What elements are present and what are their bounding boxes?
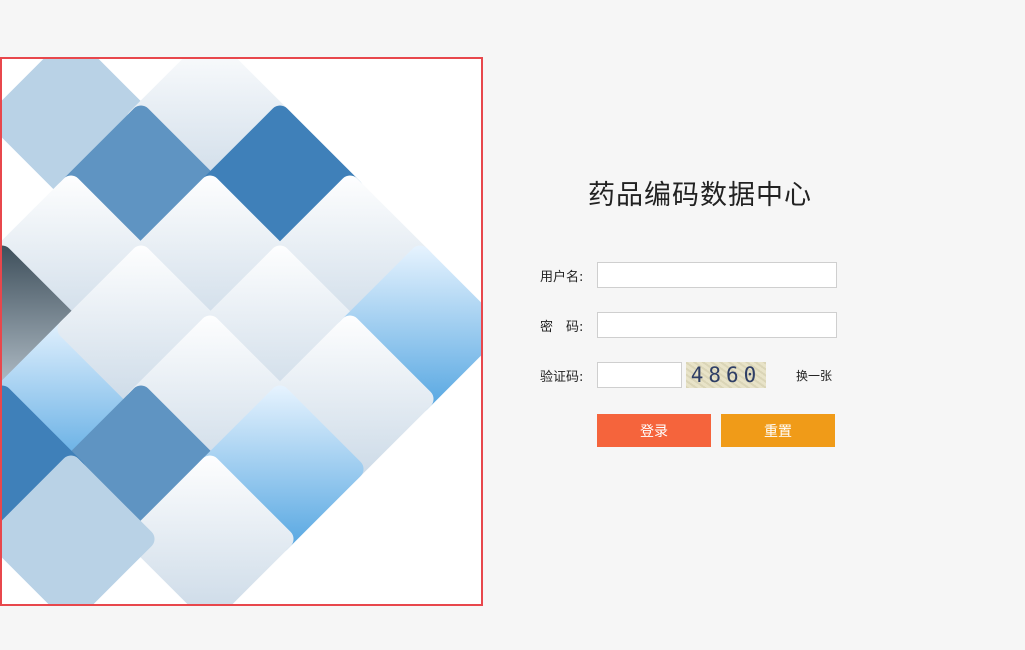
captcha-image[interactable]: 4860	[686, 362, 766, 388]
captcha-input[interactable]	[597, 362, 682, 388]
username-row: 用户名:	[540, 261, 837, 289]
refresh-captcha-link[interactable]: 换一张	[796, 367, 832, 384]
captcha-row: 验证码: 4860 换一张	[540, 361, 832, 389]
username-label: 用户名:	[540, 269, 584, 285]
hero-collage	[0, 57, 483, 606]
reset-button[interactable]: 重置	[721, 414, 835, 447]
collage-svg	[2, 59, 481, 604]
password-input[interactable]	[597, 312, 837, 338]
password-label: 密 码:	[540, 319, 584, 335]
password-row: 密 码:	[540, 311, 837, 339]
captcha-label: 验证码:	[540, 369, 584, 385]
username-input[interactable]	[597, 262, 837, 288]
login-button[interactable]: 登录	[597, 414, 711, 447]
page-title: 药品编码数据中心	[588, 180, 812, 211]
captcha-code: 4860	[690, 363, 762, 387]
